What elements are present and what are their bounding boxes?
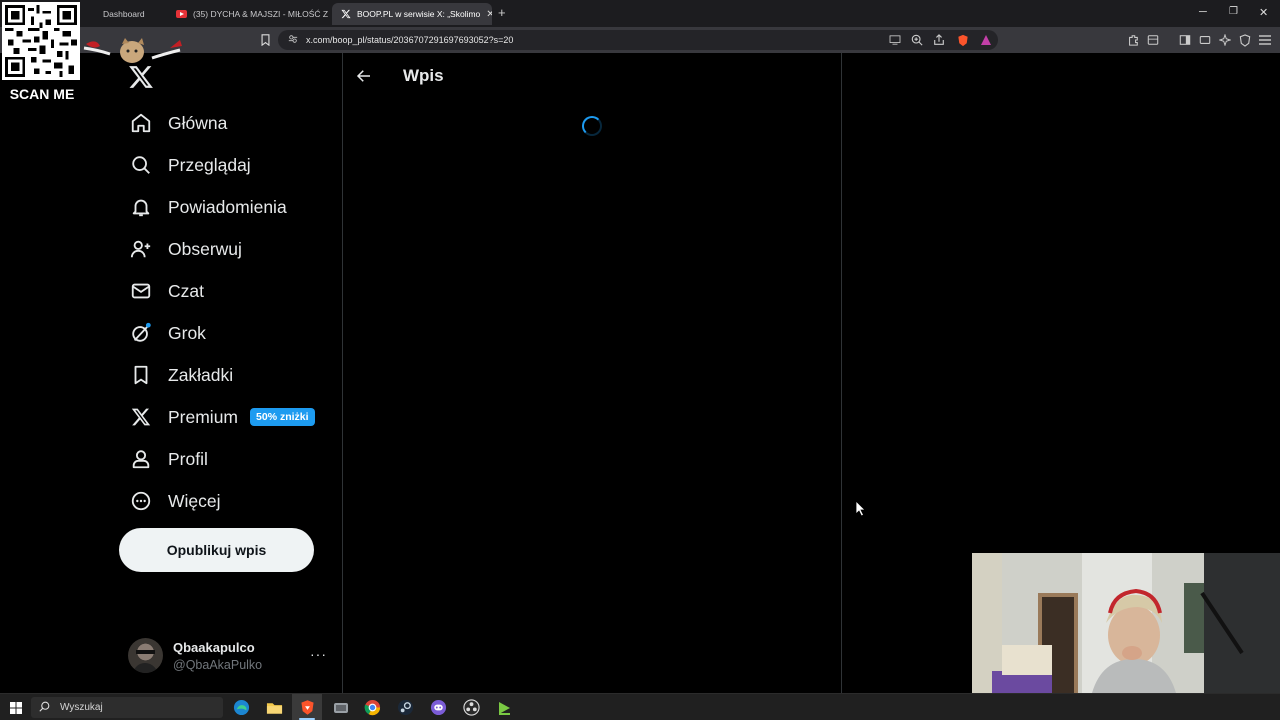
cat-sticker-icon [83, 38, 182, 63]
sidebar-item-label: Grok [168, 322, 206, 343]
obs-icon[interactable] [462, 698, 481, 717]
account-switcher[interactable]: Qbaakapulco @QbaAkaPulko ··· [128, 638, 328, 676]
tab-title: (35) DYCHA & MAJSZI - MIŁOŚĆ ZA [193, 9, 328, 19]
mail-icon [130, 280, 152, 302]
sidebar-item-home[interactable]: Główna [118, 102, 239, 144]
bookmark-page-icon[interactable] [258, 33, 272, 47]
tab-title: Dashboard [103, 9, 145, 19]
sidebar-item-explore[interactable]: Przeglądaj [118, 144, 263, 186]
taskbar: Wyszukaj [0, 693, 1280, 720]
post-button[interactable]: Opublikuj wpis [119, 528, 314, 572]
tab-title: BOOP.PL w serwisie X: „Skolimo [357, 9, 481, 19]
mouse-cursor-icon [856, 501, 866, 517]
minimize-button[interactable]: ─ [1199, 6, 1207, 18]
avatar [128, 638, 163, 673]
steam-icon[interactable] [396, 698, 415, 717]
tab-youtube[interactable]: (35) DYCHA & MAJSZI - MIŁOŚĆ ZA [168, 3, 328, 25]
sidebar-item-notifications[interactable]: Powiadomienia [118, 186, 299, 228]
url-text: x.com/boop_pl/status/2036707291697693052… [306, 35, 514, 45]
app-icon[interactable] [331, 698, 350, 717]
window-close-button[interactable]: ✕ [1259, 6, 1268, 19]
loading-spinner [582, 116, 602, 136]
sidebar-item-label: Obserwuj [168, 238, 242, 259]
follow-icon [130, 238, 152, 260]
extensions-icon[interactable] [1126, 33, 1140, 47]
x-icon [130, 406, 152, 428]
sidebar-item-label: Przeglądaj [168, 154, 251, 175]
brave-shields-icon[interactable] [956, 33, 970, 47]
more-icon [130, 490, 152, 512]
media-player-icon[interactable] [494, 698, 513, 717]
sidebar-item-bookmarks[interactable]: Zakładki [118, 354, 245, 396]
shield-icon[interactable] [1238, 33, 1252, 47]
browser-toolbar: x.com/boop_pl/status/2036707291697693052… [0, 27, 1280, 53]
bookmark-icon [130, 364, 152, 386]
restore-button[interactable]: ❐ [1229, 6, 1238, 17]
back-arrow-icon[interactable] [355, 67, 373, 85]
grok-icon [130, 322, 152, 344]
brave-rewards-icon[interactable] [979, 33, 993, 47]
install-app-icon[interactable] [888, 33, 902, 47]
new-tab-button[interactable]: + [498, 5, 506, 20]
scan-me-label: SCAN ME [9, 86, 75, 102]
brave-icon[interactable] [298, 698, 317, 717]
qr-overlay: SCAN ME [0, 0, 84, 108]
column-divider [841, 53, 842, 693]
page-title: Wpis [403, 66, 444, 85]
sidebar-item-premium[interactable]: Premium 50% zniżki [118, 396, 327, 438]
profile-icon [130, 448, 152, 470]
discount-badge: 50% zniżki [250, 408, 315, 426]
search-icon [130, 154, 152, 176]
x-icon [340, 9, 351, 20]
browser-tab-bar: Dashboard (35) DYCHA & MAJSZI - MIŁOŚĆ Z… [0, 0, 1280, 27]
bell-icon [130, 196, 152, 218]
account-handle: @QbaAkaPulko [173, 658, 263, 672]
sidebar-item-chat[interactable]: Czat [118, 270, 216, 312]
column-divider [342, 53, 343, 693]
close-icon[interactable]: ✕ [480, 9, 492, 20]
share-icon[interactable] [932, 33, 946, 47]
sidebar-item-grok[interactable]: Grok [118, 312, 218, 354]
account-more-icon[interactable]: ··· [310, 646, 327, 662]
sidebar-item-label: Premium [168, 406, 239, 427]
wallet-icon[interactable] [1146, 33, 1160, 47]
taskbar-search[interactable]: Wyszukaj [31, 697, 223, 718]
account-name: Qbaakapulco [173, 640, 255, 655]
vpn-icon[interactable] [1198, 33, 1212, 47]
edge-icon[interactable] [232, 698, 251, 717]
sidebar-item-label: Zakładki [168, 364, 234, 385]
tab-x-post[interactable]: BOOP.PL w serwisie X: „Skolimo ✕ [332, 3, 492, 25]
sidebar-item-label: Profil [168, 448, 208, 469]
menu-icon[interactable] [1258, 33, 1272, 47]
sidebar-item-follow[interactable]: Obserwuj [118, 228, 254, 270]
windows-start-icon[interactable] [6, 698, 25, 717]
youtube-icon [176, 9, 187, 20]
file-explorer-icon[interactable] [265, 698, 284, 717]
tab-dashboard[interactable]: Dashboard [78, 3, 168, 25]
home-icon [130, 112, 152, 134]
site-info-icon[interactable] [288, 31, 298, 49]
dashboard-icon [86, 9, 97, 20]
search-icon [39, 699, 50, 717]
webcam-overlay [972, 553, 1280, 693]
sidebar-toggle-icon[interactable] [1178, 33, 1192, 47]
chrome-icon[interactable] [363, 698, 382, 717]
sidebar-item-label: Czat [168, 280, 204, 301]
leo-ai-icon[interactable] [1218, 33, 1232, 47]
discord-icon[interactable] [429, 698, 448, 717]
sidebar-item-label: Powiadomienia [168, 196, 287, 217]
taskbar-search-text: Wyszukaj [60, 702, 103, 713]
sidebar-item-profile[interactable]: Profil [118, 438, 220, 480]
sidebar-item-label: Więcej [168, 490, 221, 511]
sidebar-item-more[interactable]: Więcej [118, 480, 233, 522]
zoom-icon[interactable] [910, 33, 924, 47]
sidebar-item-label: Główna [168, 112, 228, 133]
qr-code [2, 2, 80, 80]
